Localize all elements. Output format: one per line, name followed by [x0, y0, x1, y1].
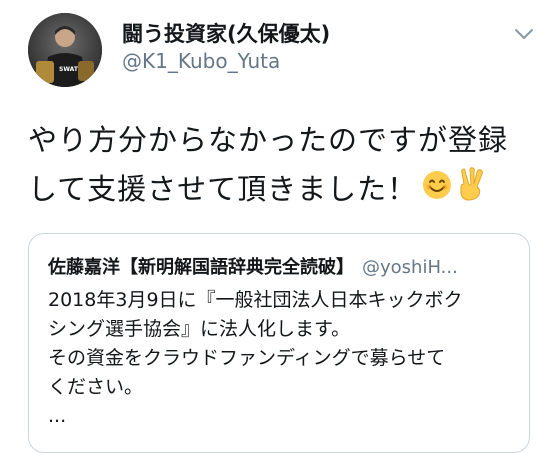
- chevron-down-icon: [515, 29, 533, 39]
- quoted-tweet-card[interactable]: 佐藤嘉洋【新明解国語辞典完全読破】 @yoshiH... 2018年3月9日に『一…: [28, 233, 530, 453]
- tweet-text-line-2: して支援させて頂きました！: [28, 172, 418, 206]
- tweet: SWAT 闘う投資家(久保優太) @K1_Kubo_Yuta やり方分からなかっ…: [0, 0, 560, 453]
- quoted-author-handle: @yoshiH...: [362, 257, 458, 278]
- avatar[interactable]: SWAT: [28, 13, 102, 87]
- quoted-text-line: その資金をクラウドファンディングで募らせて: [48, 347, 446, 369]
- quoted-text-ellipsis: ...: [48, 405, 67, 427]
- quoted-text-line: 2018年3月9日に『一般社団法人日本キックボク: [48, 289, 463, 311]
- tweet-text-line-2-wrap: して支援させて頂きました！: [28, 165, 548, 216]
- quoted-text-line: ください。: [48, 376, 144, 398]
- quoted-text-line: シング選手協会』に法人化します。: [48, 318, 351, 340]
- tweet-text: やり方分からなかったのですが登録 して支援させて頂きました！: [28, 116, 548, 216]
- victory-hand-emoji-icon: [457, 166, 487, 216]
- tweet-text-line-1: やり方分からなかったのですが登録: [28, 123, 509, 157]
- quoted-tweet-header: 佐藤嘉洋【新明解国語辞典完全読破】 @yoshiH...: [48, 253, 458, 279]
- author-handle[interactable]: @K1_Kubo_Yuta: [122, 49, 280, 73]
- quoted-author-name: 佐藤嘉洋【新明解国語辞典完全読破】: [48, 257, 354, 278]
- avatar-image: SWAT: [28, 13, 102, 87]
- author-name[interactable]: 闘う投資家(久保優太): [122, 18, 330, 48]
- more-options-button[interactable]: [514, 26, 534, 40]
- quoted-tweet-text: 2018年3月9日に『一般社団法人日本キックボク シング選手協会』に法人化します…: [48, 286, 518, 431]
- smiling-face-emoji-icon: [421, 167, 453, 216]
- avatar-vest-text: SWAT: [59, 66, 79, 73]
